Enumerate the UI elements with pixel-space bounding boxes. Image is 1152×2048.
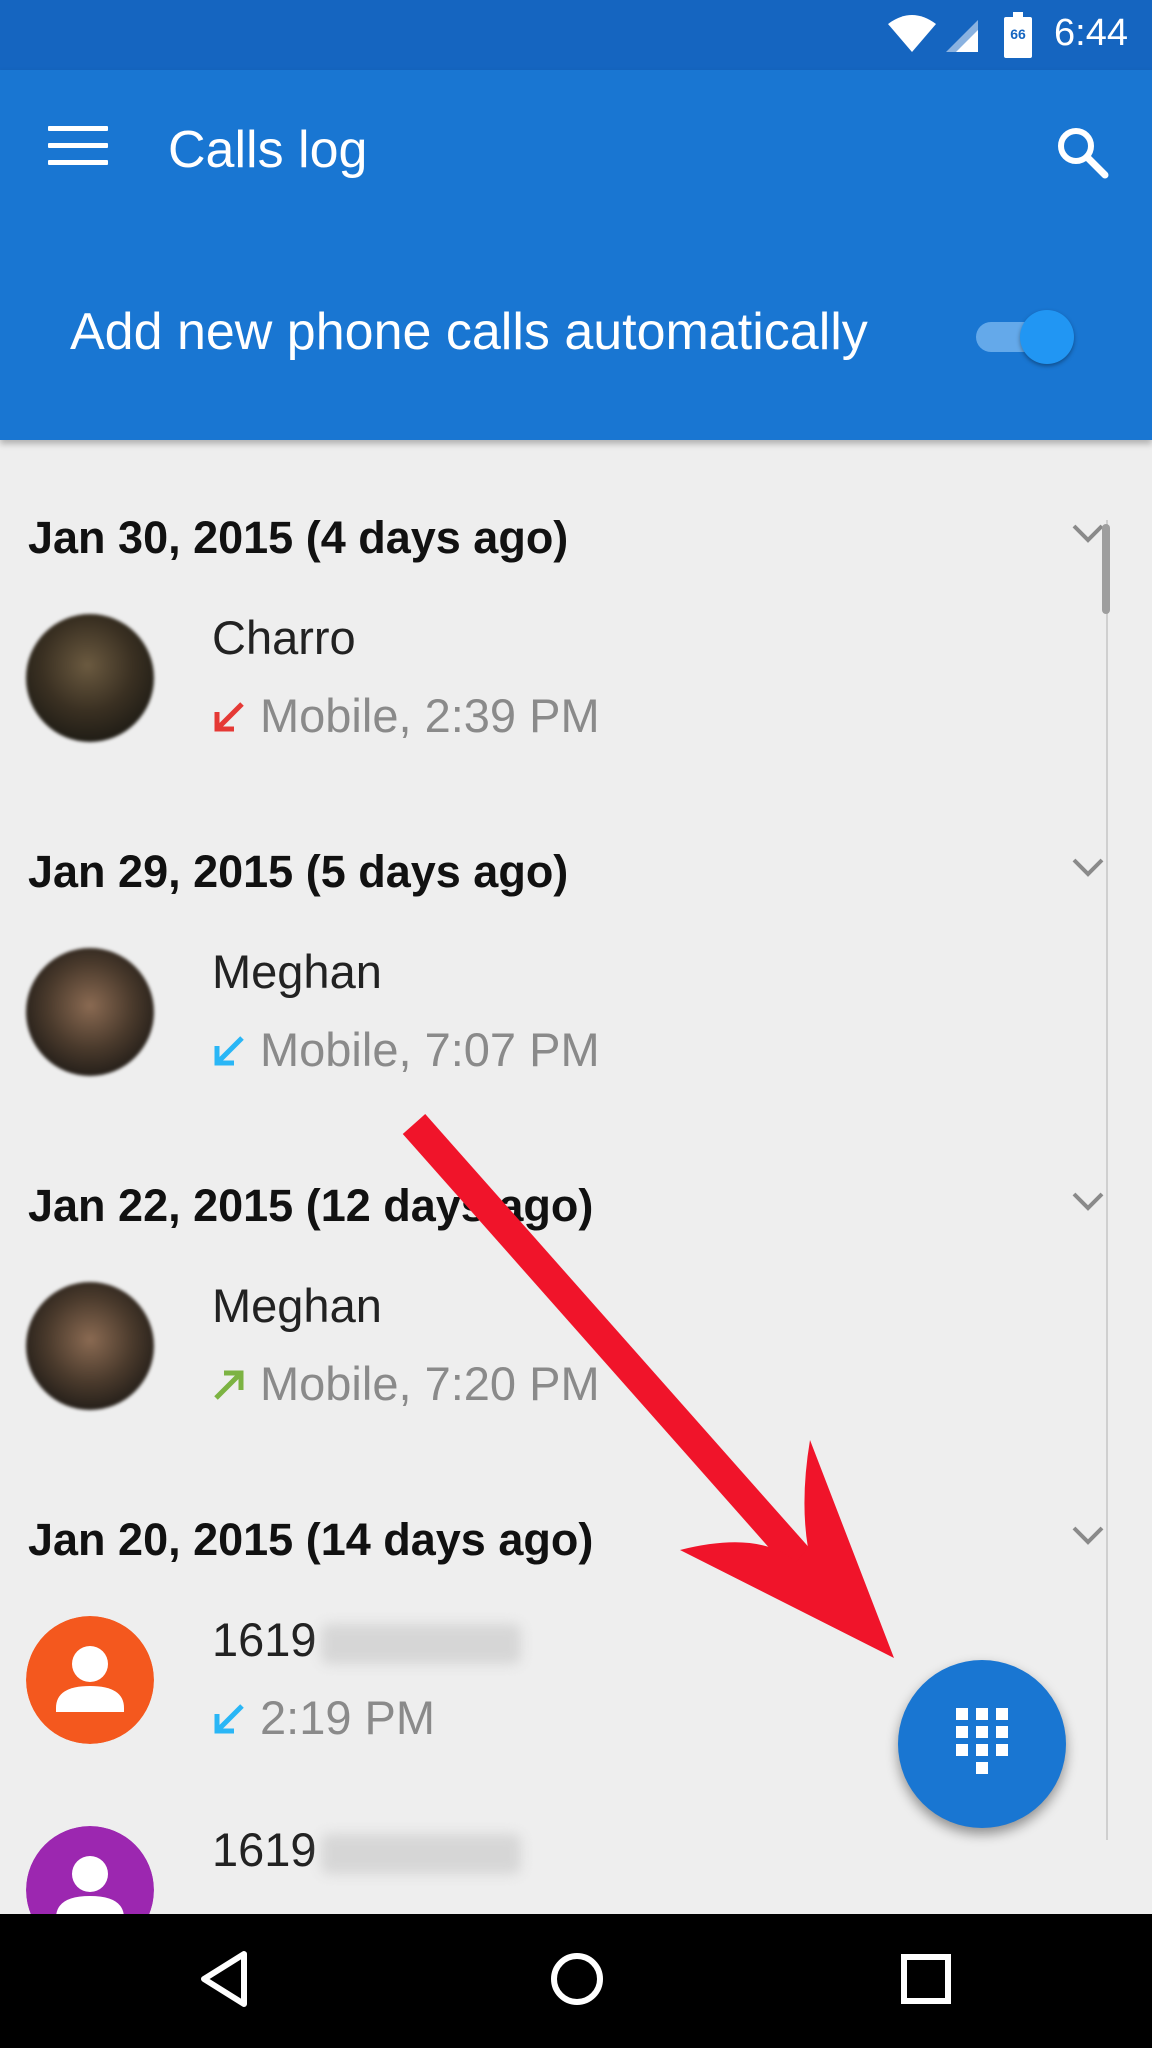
page-title: Calls log [168, 121, 368, 179]
call-row[interactable]: Meghan Mobile, 7:20 PM [0, 1278, 1152, 1428]
phone-number: 1619 [212, 1613, 317, 1666]
incoming-call-icon [214, 1036, 244, 1066]
outgoing-call-icon [214, 1370, 244, 1400]
date-header: Jan 20, 2015 (14 days ago) [28, 1514, 594, 1565]
dialpad-icon [956, 1708, 1008, 1774]
back-icon[interactable] [196, 1948, 252, 2010]
toggle-thumb [1020, 310, 1074, 364]
chevron-down-icon[interactable] [1070, 522, 1106, 546]
battery-icon: 66 [1004, 12, 1032, 63]
phone-number: 1619 [212, 1823, 317, 1876]
contact-avatar[interactable] [26, 614, 154, 742]
auto-add-toggle[interactable] [976, 310, 1074, 364]
person-avatar-icon[interactable] [26, 1826, 154, 1914]
date-header: Jan 29, 2015 (5 days ago) [28, 846, 569, 897]
caller-name: 1619 [212, 1612, 521, 1667]
caller-name: Charro [212, 611, 356, 664]
hamburger-menu-icon[interactable] [48, 126, 108, 172]
chevron-down-icon[interactable] [1070, 1524, 1106, 1548]
call-detail: Mobile, 7:07 PM [212, 1022, 600, 1077]
chevron-down-icon[interactable] [1070, 1190, 1106, 1214]
status-bar: 66 6:44 [0, 0, 1152, 70]
contact-avatar[interactable] [26, 948, 154, 1076]
call-detail: Mobile, 7:20 PM [212, 1356, 600, 1411]
scrollbar-track [1106, 520, 1108, 1840]
cell-signal-icon [946, 20, 978, 52]
battery-level: 66 [1010, 26, 1026, 42]
call-detail: 2:19 PM [212, 1690, 435, 1745]
date-header: Jan 22, 2015 (12 days ago) [28, 1180, 594, 1231]
contact-avatar[interactable] [26, 1282, 154, 1410]
call-row[interactable]: Meghan Mobile, 7:07 PM [0, 944, 1152, 1094]
clock: 6:44 [1054, 12, 1128, 54]
call-detail: Mobile, 2:39 PM [212, 688, 600, 743]
home-icon[interactable] [548, 1948, 606, 2010]
caller-name: 1619 [212, 1822, 521, 1877]
auto-add-label: Add new phone calls automatically [70, 303, 868, 361]
scrollbar-thumb[interactable] [1102, 524, 1110, 614]
call-detail-text: Mobile, 7:20 PM [260, 1357, 600, 1410]
caller-name: Meghan [212, 945, 382, 998]
caller-name: Meghan [212, 1279, 382, 1332]
recents-icon[interactable] [898, 1948, 956, 2010]
call-row[interactable]: 1619 [0, 1822, 1152, 1914]
redacted-digits [320, 1623, 521, 1664]
search-icon[interactable] [1054, 124, 1110, 180]
dialpad-fab[interactable] [898, 1660, 1066, 1828]
app-bar: Calls log Add new phone calls automatica… [0, 70, 1152, 440]
chevron-down-icon[interactable] [1070, 856, 1106, 880]
incoming-call-icon [214, 1704, 244, 1734]
redacted-digits [320, 1833, 521, 1874]
person-avatar-icon[interactable] [26, 1616, 154, 1744]
call-detail-text: Mobile, 7:07 PM [260, 1023, 600, 1076]
call-detail-text: Mobile, 2:39 PM [260, 689, 600, 742]
date-header: Jan 30, 2015 (4 days ago) [28, 512, 569, 563]
wifi-icon [888, 15, 936, 52]
call-detail-text: 2:19 PM [260, 1691, 436, 1744]
call-row[interactable]: Charro Mobile, 2:39 PM [0, 610, 1152, 760]
navigation-bar [0, 1914, 1152, 2048]
missed-call-icon [214, 702, 244, 732]
